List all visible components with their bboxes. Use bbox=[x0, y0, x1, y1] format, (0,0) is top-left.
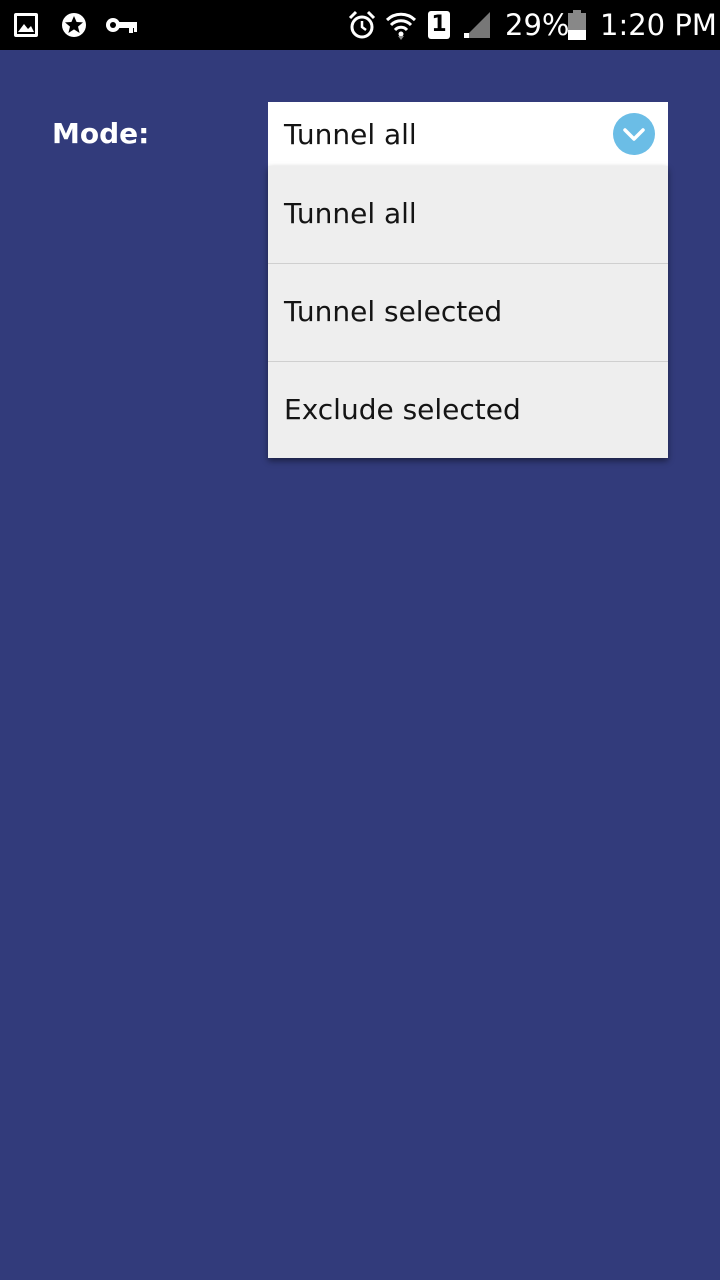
mode-spinner-value: Tunnel all bbox=[284, 118, 417, 151]
mode-label: Mode: bbox=[52, 117, 150, 150]
mode-spinner[interactable]: Tunnel all bbox=[268, 102, 668, 166]
chevron-down-icon[interactable] bbox=[612, 112, 656, 156]
mode-option-tunnel-all[interactable]: Tunnel all bbox=[268, 166, 668, 264]
mode-option-tunnel-selected[interactable]: Tunnel selected bbox=[268, 264, 668, 362]
alarm-icon bbox=[348, 10, 376, 39]
mode-option-label: Tunnel all bbox=[284, 197, 417, 230]
mode-option-exclude-selected[interactable]: Exclude selected bbox=[268, 362, 668, 458]
mode-option-label: Exclude selected bbox=[284, 393, 521, 426]
key-icon bbox=[106, 18, 137, 33]
status-bar: 1 29% 1:20 PM bbox=[0, 0, 720, 50]
sim-1-icon: 1 bbox=[428, 11, 450, 39]
mode-option-label: Tunnel selected bbox=[284, 295, 503, 328]
wifi-icon bbox=[385, 12, 417, 40]
star-badge-icon bbox=[62, 13, 86, 37]
gallery-icon bbox=[14, 13, 38, 37]
mode-dropdown-menu: Tunnel all Tunnel selected Exclude selec… bbox=[268, 166, 668, 458]
sim-label: 1 bbox=[431, 12, 447, 37]
signal-icon bbox=[464, 12, 490, 38]
clock-time: 1:20 PM bbox=[600, 8, 717, 42]
battery-percent: 29% bbox=[505, 8, 570, 42]
battery-icon bbox=[568, 10, 586, 40]
